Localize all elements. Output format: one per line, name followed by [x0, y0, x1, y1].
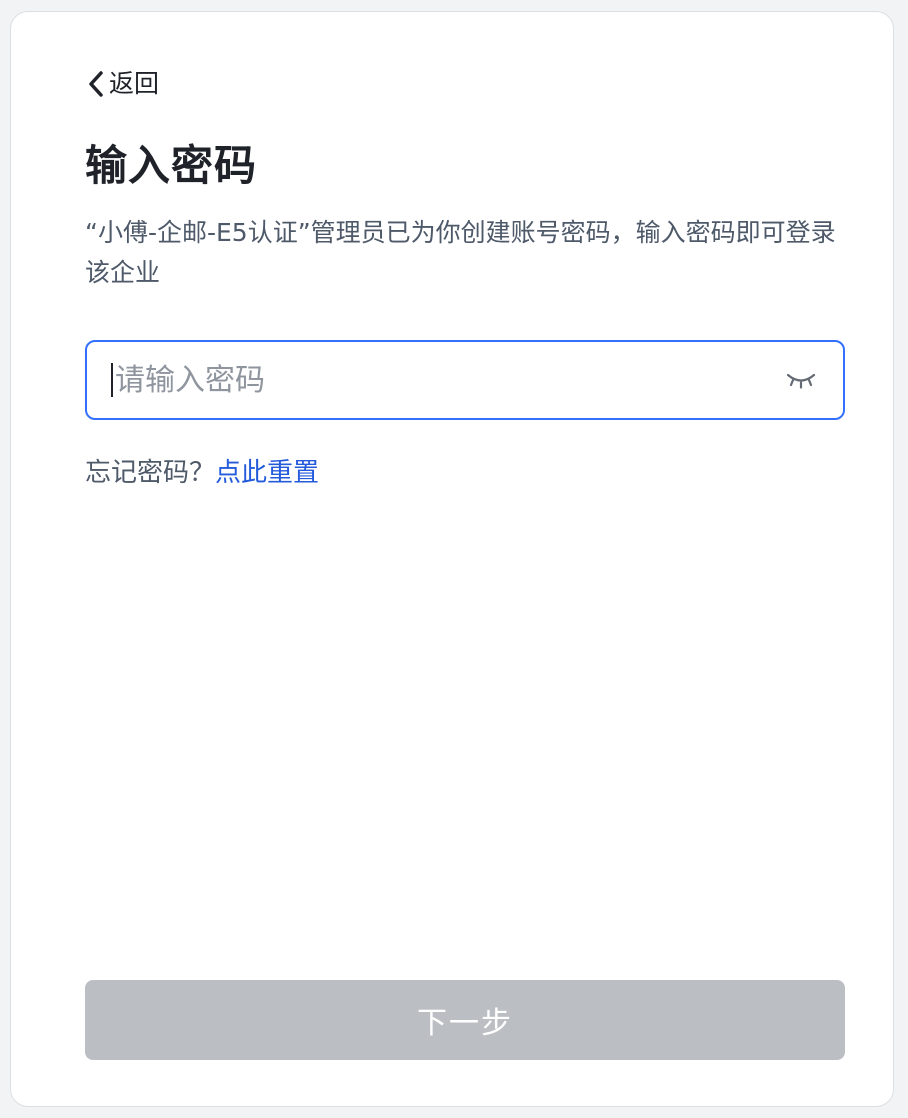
back-label: 返回 [109, 69, 160, 98]
password-input[interactable] [115, 358, 783, 402]
forgot-password-row: 忘记密码？ 点此重置 [85, 453, 319, 493]
next-button[interactable]: 下一步 [85, 980, 845, 1060]
forgot-password-text: 忘记密码？ [85, 458, 216, 488]
text-caret [111, 363, 113, 397]
eye-closed-icon[interactable] [783, 365, 819, 395]
page-description: “小傅-企邮-E5认证”管理员已为你创建账号密码，输入密码即可登录该企业 [85, 218, 836, 287]
login-card: 返回 输入密码 “小傅-企邮-E5认证”管理员已为你创建账号密码，输入密码即可登… [10, 11, 894, 1107]
chevron-left-icon [85, 69, 107, 99]
reset-password-link[interactable]: 点此重置 [215, 453, 319, 493]
password-field[interactable] [85, 340, 845, 420]
page-title: 输入密码 [85, 141, 258, 190]
back-button[interactable]: 返回 [85, 67, 159, 101]
